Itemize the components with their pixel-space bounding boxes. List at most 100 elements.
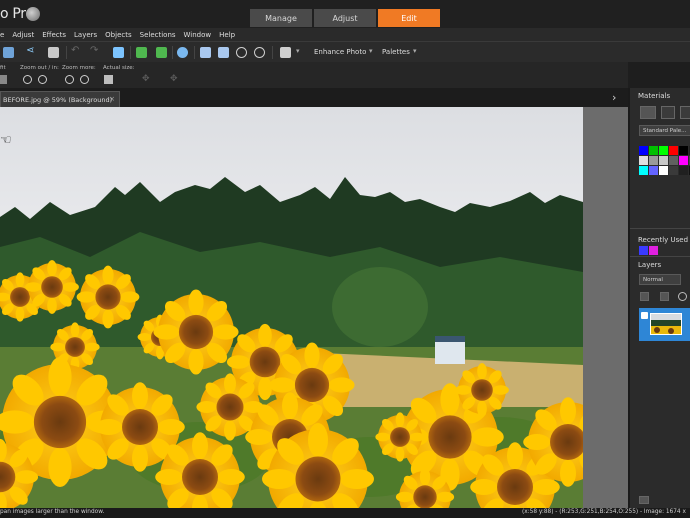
color-swatch[interactable] bbox=[659, 146, 668, 155]
swatches-mode-icon[interactable] bbox=[680, 106, 690, 119]
color-swatch[interactable] bbox=[649, 146, 658, 155]
zoom-in-icon[interactable] bbox=[254, 47, 265, 58]
tab-adjust[interactable]: Adjust bbox=[314, 9, 376, 27]
flag-alt-icon[interactable] bbox=[156, 47, 167, 58]
color-swatch[interactable] bbox=[659, 156, 668, 165]
menu-item-layers[interactable]: Layers bbox=[74, 31, 97, 39]
menu-item-effects[interactable]: Effects bbox=[42, 31, 66, 39]
zoom-more-out-icon[interactable] bbox=[65, 75, 74, 84]
recent-color-swatch[interactable] bbox=[639, 246, 648, 255]
eye-icon[interactable] bbox=[641, 312, 648, 319]
blend-mode-select[interactable]: Normal bbox=[639, 274, 681, 285]
menu-item-help[interactable]: Help bbox=[219, 31, 235, 39]
color-swatch[interactable] bbox=[669, 146, 678, 155]
color-swatch[interactable] bbox=[639, 166, 648, 175]
fit-control[interactable] bbox=[0, 75, 7, 84]
color-swatch[interactable] bbox=[669, 156, 678, 165]
menu-item-window[interactable]: Window bbox=[184, 31, 212, 39]
toolbar-separator bbox=[130, 46, 131, 59]
frame-mode-icon[interactable] bbox=[640, 106, 656, 119]
zoom-more-in-icon[interactable] bbox=[80, 75, 89, 84]
palettes-menu[interactable]: Palettes bbox=[382, 48, 410, 56]
toolbar-separator bbox=[194, 46, 195, 59]
layer-options-icon[interactable] bbox=[639, 496, 649, 504]
color-swatch[interactable] bbox=[649, 166, 658, 175]
standard-toolbar: ⋖ ↶ ↷ ▾ Enhance Photo ▾ Palettes ▾ bbox=[0, 41, 690, 62]
undo-icon[interactable]: ↶ bbox=[71, 45, 82, 56]
new-layer-icon[interactable] bbox=[640, 292, 649, 301]
fit-window-icon[interactable] bbox=[200, 47, 211, 58]
actual-size-icon[interactable] bbox=[104, 75, 113, 84]
workspace-icon[interactable] bbox=[280, 47, 291, 58]
share-icon[interactable]: ⋖ bbox=[26, 45, 37, 56]
right-panels: Materials Standard Pale... Recently Used… bbox=[628, 88, 690, 508]
recent-color-swatch[interactable] bbox=[649, 246, 658, 255]
color-swatch[interactable] bbox=[679, 146, 688, 155]
palettes-caret-icon[interactable]: ▾ bbox=[413, 47, 417, 55]
color-swatch[interactable] bbox=[639, 146, 648, 155]
enhance-photo-menu[interactable]: Enhance Photo bbox=[314, 48, 366, 56]
info-icon[interactable] bbox=[177, 47, 188, 58]
layer-thumbnail-image bbox=[651, 314, 681, 334]
link-icon[interactable] bbox=[678, 292, 687, 301]
print-icon[interactable] bbox=[48, 47, 59, 58]
workspace-caret-icon[interactable]: ▾ bbox=[296, 47, 300, 55]
palette-select[interactable]: Standard Pale... bbox=[639, 125, 690, 136]
tab-manage[interactable]: Manage bbox=[250, 9, 312, 27]
toolbar-separator bbox=[272, 46, 273, 59]
recently-used-title: Recently Used bbox=[638, 236, 689, 244]
redo-icon[interactable]: ↷ bbox=[90, 45, 101, 56]
grid-icon[interactable] bbox=[218, 47, 229, 58]
menu-bar: e Adjust Effects Layers Objects Selectio… bbox=[0, 28, 690, 41]
status-hint: pan images larger than the window. bbox=[0, 509, 105, 515]
zoom-out-icon[interactable] bbox=[236, 47, 247, 58]
menu-item-objects[interactable]: Objects bbox=[105, 31, 131, 39]
title-bar: o Pro Manage Adjust Edit bbox=[0, 0, 690, 28]
color-swatch[interactable] bbox=[659, 166, 668, 175]
status-pixel-info: (x:58 y:88) - (R:253,G:251,B:254,O:255) … bbox=[522, 509, 686, 515]
chevron-right-icon[interactable]: › bbox=[612, 91, 616, 104]
menu-item-file[interactable]: e bbox=[0, 31, 4, 39]
materials-panel-title: Materials bbox=[638, 92, 671, 100]
color-swatch[interactable] bbox=[639, 156, 648, 165]
sunflower-photo bbox=[0, 107, 583, 508]
recent-swatches bbox=[639, 246, 658, 255]
color-swatch[interactable] bbox=[679, 166, 688, 175]
layer-group-icon[interactable] bbox=[660, 292, 669, 301]
zoom-out-in-label: Zoom out / in: bbox=[20, 65, 59, 71]
document-tab-bar: BEFORE.jpg @ 59% (Background) × › bbox=[0, 88, 628, 107]
hand-cursor-icon: ☜ bbox=[0, 133, 12, 148]
toolbar-separator bbox=[66, 46, 67, 59]
toolbar-separator bbox=[172, 46, 173, 59]
crop-icon[interactable] bbox=[113, 47, 124, 58]
image-canvas[interactable]: ☜ bbox=[0, 107, 583, 508]
rainbow-mode-icon[interactable] bbox=[661, 106, 675, 119]
status-bar: pan images larger than the window. (x:58… bbox=[0, 508, 690, 518]
menu-item-selections[interactable]: Selections bbox=[140, 31, 176, 39]
layer-thumbnail bbox=[650, 313, 682, 335]
tool-options-bar: fit Zoom out / in: Zoom more: Actual siz… bbox=[0, 62, 628, 88]
tab-edit[interactable]: Edit bbox=[378, 9, 440, 27]
close-icon[interactable]: × bbox=[109, 95, 115, 103]
move-disabled-icon: ✥ bbox=[170, 74, 178, 84]
flag-icon[interactable] bbox=[136, 47, 147, 58]
document-tab-title: BEFORE.jpg @ 59% (Background) bbox=[3, 95, 113, 104]
zoom-out-button-icon[interactable] bbox=[23, 75, 32, 84]
menu-item-adjust[interactable]: Adjust bbox=[12, 31, 34, 39]
layer-item-background[interactable] bbox=[639, 308, 690, 341]
color-swatch[interactable] bbox=[669, 166, 678, 175]
panel-divider bbox=[630, 228, 690, 229]
color-swatch[interactable] bbox=[679, 156, 688, 165]
mask-icon[interactable] bbox=[664, 496, 672, 504]
enhance-photo-caret-icon[interactable]: ▾ bbox=[369, 47, 373, 55]
layers-panel-title: Layers bbox=[638, 261, 662, 269]
color-swatch[interactable] bbox=[649, 156, 658, 165]
workspace: ☜ bbox=[0, 107, 628, 508]
zoom-in-button-icon[interactable] bbox=[38, 75, 47, 84]
zoom-more-label: Zoom more: bbox=[62, 65, 96, 71]
panel-divider bbox=[630, 256, 690, 257]
save-icon[interactable] bbox=[3, 47, 14, 58]
pan-disabled-icon: ✥ bbox=[142, 74, 150, 84]
document-tab[interactable]: BEFORE.jpg @ 59% (Background) × bbox=[0, 91, 120, 107]
app-logo-icon bbox=[26, 7, 40, 21]
